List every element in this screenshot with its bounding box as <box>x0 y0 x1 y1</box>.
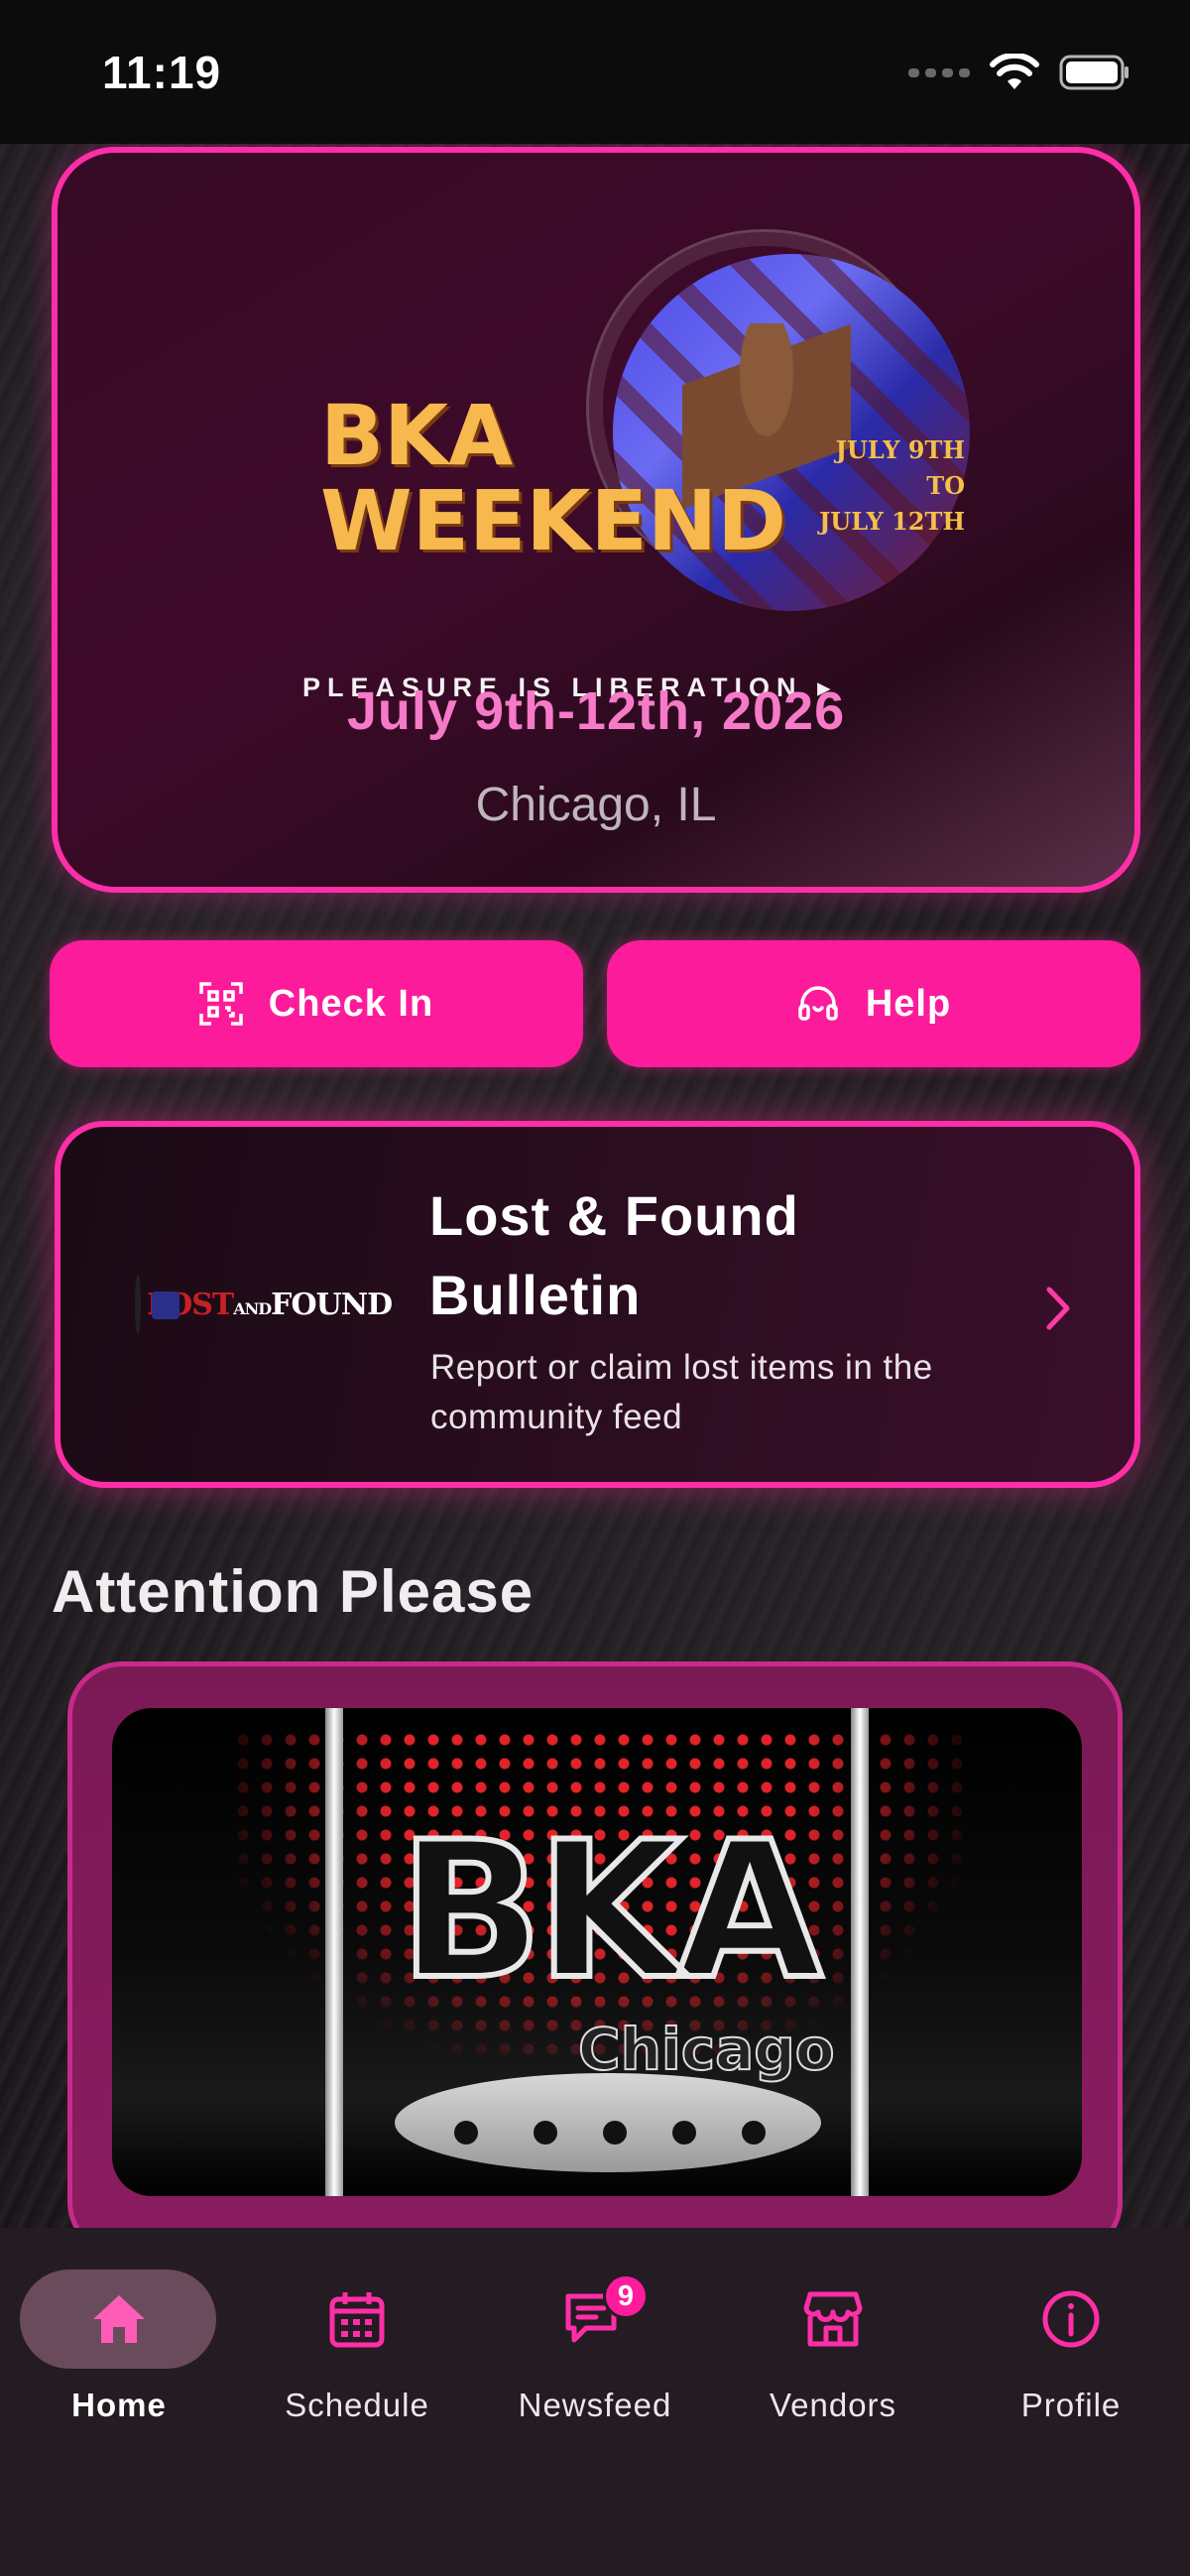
banner-subtitle: Chicago <box>577 2015 836 2084</box>
info-icon <box>1016 2269 1126 2369</box>
wifi-icon <box>990 54 1039 89</box>
cellular-signal-icon <box>908 67 970 77</box>
headset-icon <box>798 986 838 1021</box>
help-button[interactable]: Help <box>607 940 1140 1067</box>
bottom-tab-bar: Home Schedule 9 Newsfeed Vendors Profile <box>0 2228 1190 2576</box>
check-in-label: Check In <box>268 982 434 1025</box>
lost-and-found-description: Report or claim lost items in the commun… <box>430 1348 933 1436</box>
logo-title: BKA WEEKEND <box>320 387 786 569</box>
home-screen: 11:19 JULY 9TH TO JULY 12TH BKA WEEKEND … <box>0 0 1190 2576</box>
home-icon <box>64 2269 174 2369</box>
collar-graphic <box>395 2073 821 2172</box>
status-icons <box>908 54 1130 91</box>
banner-title: BKA <box>396 1801 825 2021</box>
chevron-right-icon <box>1046 1287 1070 1330</box>
tab-newsfeed[interactable]: 9 Newsfeed <box>476 2228 714 2446</box>
tab-vendors-label: Vendors <box>769 2387 897 2423</box>
chat-icon: 9 <box>540 2269 650 2369</box>
tab-home[interactable]: Home <box>0 2228 238 2446</box>
help-label: Help <box>865 982 952 1025</box>
event-hero-card[interactable]: JULY 9TH TO JULY 12TH BKA WEEKEND PLEASU… <box>52 147 1140 893</box>
attention-banner-image: BKA Chicago <box>112 1708 1082 2196</box>
tab-profile[interactable]: Profile <box>952 2228 1190 2446</box>
calendar-icon <box>302 2269 412 2369</box>
tab-schedule[interactable]: Schedule <box>238 2228 476 2446</box>
lost-and-found-card[interactable]: LOSTANDFOUND Lost & Found Bulletin Repor… <box>55 1121 1140 1488</box>
tab-newsfeed-label: Newsfeed <box>518 2387 672 2423</box>
tab-schedule-label: Schedule <box>285 2387 429 2423</box>
attention-section-title: Attention Please <box>52 1558 535 1625</box>
poster-date: JULY 9TH TO JULY 12TH <box>818 435 965 536</box>
tab-vendors[interactable]: Vendors <box>714 2228 952 2446</box>
status-bar: 11:19 <box>0 0 1190 144</box>
event-logo: JULY 9TH TO JULY 12TH BKA WEEKEND PLEASU… <box>251 224 995 702</box>
lost-and-found-title: Lost & Found Bulletin <box>429 1184 799 1326</box>
lost-and-found-logo: LOSTANDFOUND <box>135 1274 393 1335</box>
event-date: July 9th-12th, 2026 <box>346 681 846 741</box>
attention-card[interactable]: BKA Chicago <box>67 1661 1123 2257</box>
status-time: 11:19 <box>102 47 222 98</box>
tab-profile-label: Profile <box>1020 2387 1122 2423</box>
check-in-button[interactable]: Check In <box>50 940 583 1067</box>
tab-home-label: Home <box>71 2387 167 2423</box>
battery-icon <box>1059 55 1129 90</box>
qr-code-icon <box>199 982 243 1026</box>
event-location: Chicago, IL <box>475 779 717 831</box>
newsfeed-badge: 9 <box>603 2273 649 2319</box>
store-icon <box>778 2269 888 2369</box>
